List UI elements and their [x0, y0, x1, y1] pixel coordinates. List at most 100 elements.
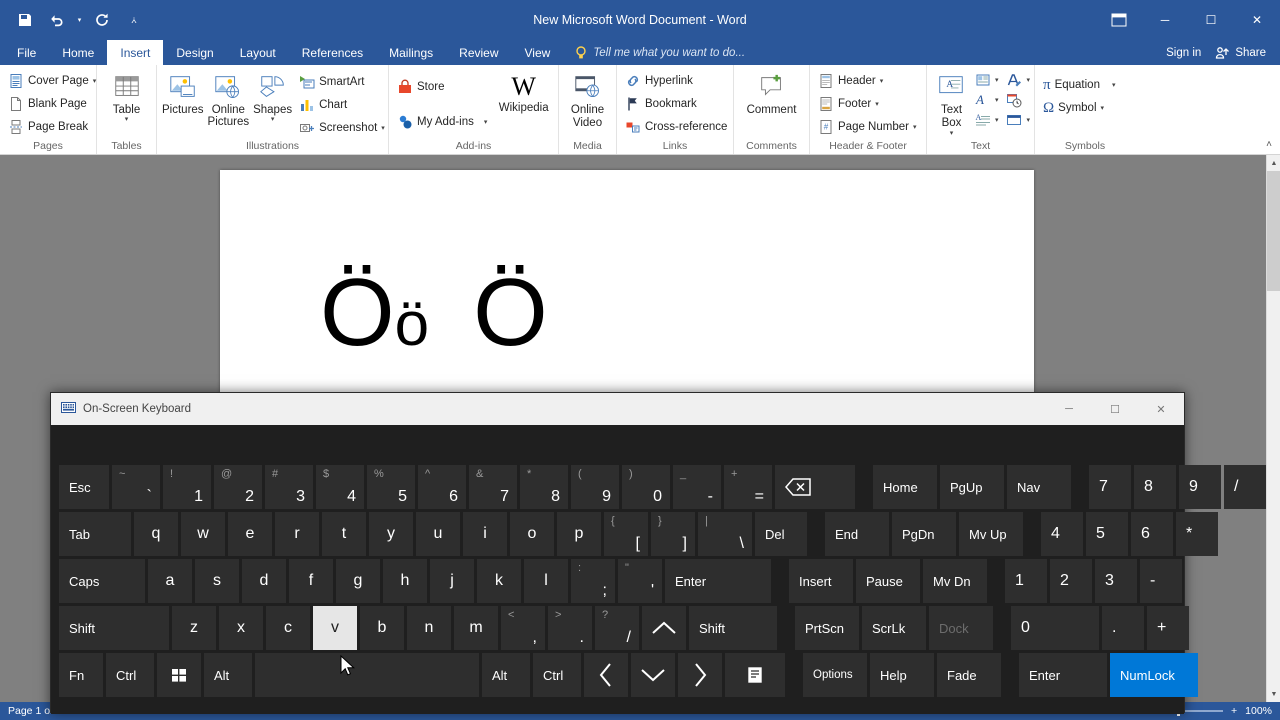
chevron-down-icon[interactable]: ▾: [381, 124, 385, 132]
pictures-button[interactable]: Pictures: [161, 70, 205, 118]
chart-button[interactable]: Chart: [295, 94, 389, 116]
key-1[interactable]: ! 1: [163, 465, 211, 509]
comment-button[interactable]: Comment: [738, 70, 805, 118]
key-enter[interactable]: Enter: [1019, 653, 1107, 697]
tab-references[interactable]: References: [289, 40, 376, 65]
symbol-button[interactable]: Ω Symbol ▾: [1039, 97, 1120, 119]
my-addins-button[interactable]: My Add-ins ▾: [393, 111, 491, 133]
key-d[interactable]: d: [242, 559, 286, 603]
key-x[interactable]: x: [219, 606, 263, 650]
key-del[interactable]: Del: [755, 512, 807, 556]
key-fn[interactable]: Fn: [59, 653, 103, 697]
key-h[interactable]: h: [383, 559, 427, 603]
key--[interactable]: /: [1224, 465, 1266, 509]
text-box-button[interactable]: A Text Box ▾: [931, 70, 972, 140]
zoom-in-button[interactable]: +: [1231, 705, 1237, 717]
key--[interactable]: >.: [548, 606, 592, 650]
cross-reference-button[interactable]: Cross-reference: [621, 116, 731, 138]
windows-icon[interactable]: [157, 653, 201, 697]
chevron-down-icon[interactable]: ▾: [1101, 104, 1105, 112]
key-numlock[interactable]: NumLock: [1110, 653, 1198, 697]
key--[interactable]: + =: [724, 465, 772, 509]
key-w[interactable]: w: [181, 512, 225, 556]
arrow-down-icon[interactable]: [631, 653, 675, 697]
key-shift[interactable]: Shift: [689, 606, 777, 650]
key-6[interactable]: 6: [1131, 512, 1173, 556]
document-scrollbar[interactable]: ▲ ▼: [1266, 155, 1280, 702]
key-r[interactable]: r: [275, 512, 319, 556]
key-0[interactable]: ) 0: [622, 465, 670, 509]
key-5[interactable]: 5: [1086, 512, 1128, 556]
key-pgup[interactable]: PgUp: [940, 465, 1004, 509]
key-p[interactable]: p: [557, 512, 601, 556]
key-u[interactable]: u: [416, 512, 460, 556]
shapes-button[interactable]: Shapes ▾: [252, 70, 293, 125]
blank-page-button[interactable]: Blank Page: [4, 93, 100, 115]
osk-minimize-button[interactable]: ─: [1046, 393, 1092, 425]
collapse-ribbon-button[interactable]: ˄: [1266, 139, 1272, 150]
key-l[interactable]: l: [524, 559, 568, 603]
key-home[interactable]: Home: [873, 465, 937, 509]
key-3[interactable]: 3: [1095, 559, 1137, 603]
key-j[interactable]: j: [430, 559, 474, 603]
undo-caret-icon[interactable]: ▾: [74, 6, 85, 34]
key-4[interactable]: $4: [316, 465, 364, 509]
share-button[interactable]: Share: [1215, 45, 1266, 61]
page-number-button[interactable]: # Page Number ▾: [814, 116, 920, 138]
chevron-down-icon[interactable]: ▾: [913, 123, 917, 131]
key-1[interactable]: 1: [1005, 559, 1047, 603]
footer-button[interactable]: Footer ▾: [814, 93, 920, 115]
key-pause[interactable]: Pause: [856, 559, 920, 603]
table-button[interactable]: Table ▾: [101, 70, 152, 125]
signature-line-icon[interactable]: A: [974, 111, 992, 129]
chevron-down-icon[interactable]: ▾: [1026, 76, 1030, 84]
scrollbar-thumb[interactable]: [1267, 171, 1280, 291]
key-9[interactable]: 9: [1179, 465, 1221, 509]
key-y[interactable]: y: [369, 512, 413, 556]
key-g[interactable]: g: [336, 559, 380, 603]
redo-icon[interactable]: [87, 6, 117, 34]
wordart-icon[interactable]: [1005, 71, 1023, 89]
key-c[interactable]: c: [266, 606, 310, 650]
chevron-down-icon[interactable]: ▾: [484, 118, 488, 126]
ribbon-display-options-icon[interactable]: [1096, 0, 1142, 40]
key--[interactable]: }]: [651, 512, 695, 556]
save-icon[interactable]: [10, 6, 40, 34]
chevron-down-icon[interactable]: ▾: [875, 100, 879, 108]
key-s[interactable]: s: [195, 559, 239, 603]
key-tab[interactable]: Tab: [59, 512, 131, 556]
key-insert[interactable]: Insert: [789, 559, 853, 603]
key-esc[interactable]: Esc: [59, 465, 109, 509]
key-5[interactable]: % 5: [367, 465, 415, 509]
wikipedia-button[interactable]: W Wikipedia: [493, 70, 554, 116]
key-e[interactable]: e: [228, 512, 272, 556]
quick-parts-icon[interactable]: [974, 71, 992, 89]
key--[interactable]: :;: [571, 559, 615, 603]
equation-button[interactable]: π Equation ▾: [1039, 74, 1120, 96]
chevron-down-icon[interactable]: ▾: [880, 77, 884, 85]
arrow-left-icon[interactable]: [584, 653, 628, 697]
key-alt[interactable]: Alt: [482, 653, 530, 697]
bookmark-button[interactable]: Bookmark: [621, 93, 731, 115]
online-video-button[interactable]: Online Video: [563, 70, 612, 132]
osk-title-bar[interactable]: On-Screen Keyboard ─ ☐ ✕: [51, 393, 1184, 425]
undo-icon[interactable]: [42, 6, 72, 34]
key--[interactable]: | \: [698, 512, 752, 556]
key-a[interactable]: a: [148, 559, 192, 603]
key-options[interactable]: Options: [803, 653, 867, 697]
key-i[interactable]: i: [463, 512, 507, 556]
osk-close-button[interactable]: ✕: [1138, 393, 1184, 425]
key-8[interactable]: 8: [1134, 465, 1176, 509]
key-2[interactable]: @2: [214, 465, 262, 509]
date-time-icon[interactable]: [1005, 91, 1023, 109]
key--[interactable]: {[: [604, 512, 648, 556]
key-shift[interactable]: Shift: [59, 606, 169, 650]
scroll-up-arrow-icon[interactable]: ▲: [1267, 155, 1280, 171]
key-7[interactable]: 7: [1089, 465, 1131, 509]
menu-key-icon[interactable]: [725, 653, 785, 697]
key-nav[interactable]: Nav: [1007, 465, 1071, 509]
key-6[interactable]: ^ 6: [418, 465, 466, 509]
key-z[interactable]: z: [172, 606, 216, 650]
osk-maximize-button[interactable]: ☐: [1092, 393, 1138, 425]
online-pictures-button[interactable]: Online Pictures: [207, 70, 251, 130]
